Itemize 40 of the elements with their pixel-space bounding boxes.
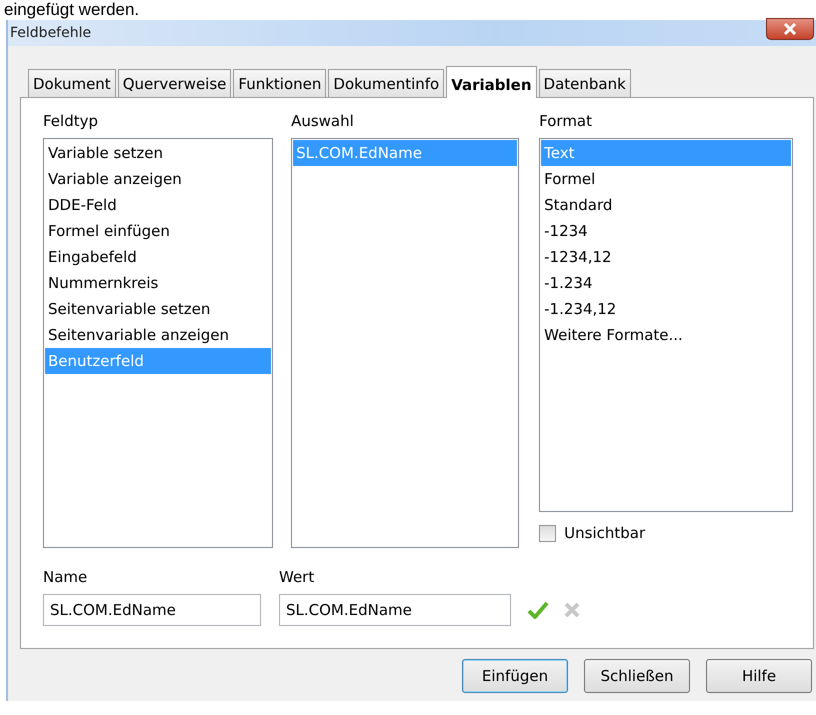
list-item[interactable]: -1234,12 (541, 244, 791, 270)
list-label: Auswahl (291, 112, 355, 130)
close-icon (783, 23, 797, 35)
tab[interactable]: Querverweise (118, 69, 232, 97)
text-field[interactable]: SL.COM.EdName (43, 594, 261, 626)
list-item[interactable]: Eingabefeld (45, 244, 272, 270)
tab[interactable]: Variablen (446, 66, 537, 98)
checkmark-icon[interactable] (527, 600, 549, 620)
checkbox-label: Unsichtbar (564, 524, 646, 542)
list-item[interactable]: Variable setzen (45, 140, 272, 166)
dialog-button[interactable]: Einfügen (462, 659, 568, 693)
list-item[interactable]: DDE-Feld (45, 192, 272, 218)
list-item[interactable]: Seitenvariable anzeigen (45, 322, 272, 348)
list-item[interactable]: Standard (541, 192, 791, 218)
list-item[interactable]: Variable anzeigen (45, 166, 272, 192)
checkbox[interactable] (539, 524, 556, 542)
list-item[interactable]: -1234 (541, 218, 791, 244)
window-title: Feldbefehle (9, 25, 92, 41)
list-item[interactable]: Nummernkreis (45, 270, 272, 296)
dialog-button[interactable]: Schließen (584, 659, 690, 693)
list-item[interactable]: Seitenvariable setzen (45, 296, 272, 322)
tab[interactable]: Datenbank (538, 69, 631, 97)
list-item[interactable]: Formel einfügen (45, 218, 272, 244)
field-label: Name (43, 568, 88, 586)
list-label: Feldtyp (43, 112, 100, 130)
list-label: Format (539, 112, 593, 130)
dialog-button[interactable]: Hilfe (706, 659, 812, 693)
list-box[interactable]: Variable setzen Variable anzeigen DDE-Feld Formel einfügen Eingabefeld Nummernkreis Seitenvariable setzen Seitenvariable anzeigen Benutzerfeld (43, 138, 274, 548)
list-box[interactable]: Text Formel Standard -1234 -1234,12 -1.234 -1.234,12 Weitere Formate... (539, 138, 793, 512)
list-item[interactable]: Formel (541, 166, 791, 192)
list-item[interactable]: -1.234 (541, 270, 791, 296)
list-item[interactable]: -1.234,12 (541, 296, 791, 322)
field-label: Wert (279, 568, 316, 586)
list-item[interactable]: Weitere Formate... (541, 322, 791, 348)
caption-text: eingefügt werden. (3, 0, 140, 20)
tab[interactable]: Dokument (28, 69, 116, 97)
tab[interactable]: Dokumentinfo (328, 69, 444, 97)
close-button[interactable] (766, 18, 814, 40)
text-field[interactable]: SL.COM.EdName (279, 594, 511, 626)
tab[interactable]: Funktionen (233, 69, 326, 97)
